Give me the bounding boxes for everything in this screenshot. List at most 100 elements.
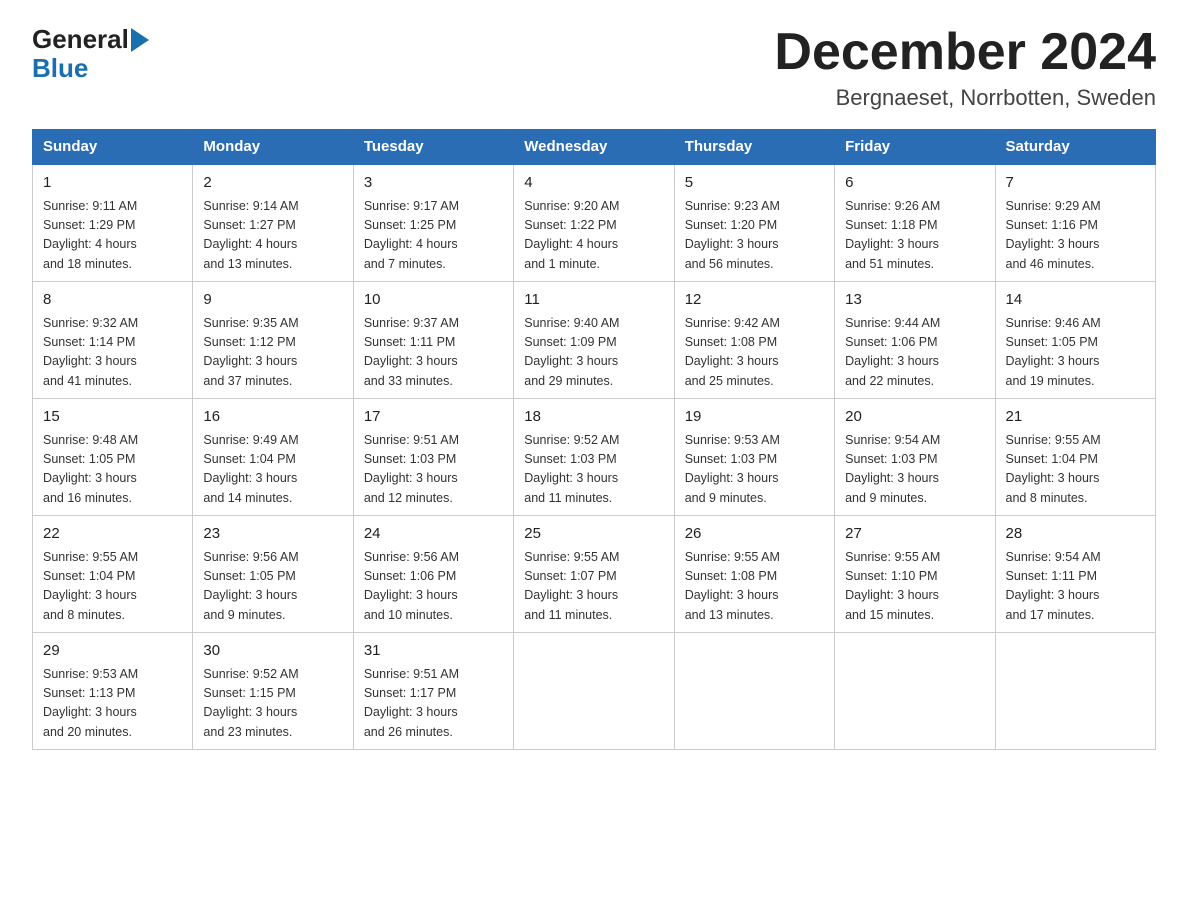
logo: General Blue xyxy=(32,24,149,84)
calendar-cell xyxy=(995,633,1155,750)
calendar-week-row: 22Sunrise: 9:55 AMSunset: 1:04 PMDayligh… xyxy=(33,516,1156,633)
header-wednesday: Wednesday xyxy=(514,130,674,165)
day-info: Sunrise: 9:48 AMSunset: 1:05 PMDaylight:… xyxy=(43,431,182,509)
calendar-cell: 8Sunrise: 9:32 AMSunset: 1:14 PMDaylight… xyxy=(33,282,193,399)
day-number: 27 xyxy=(845,523,984,546)
day-number: 9 xyxy=(203,289,342,312)
month-title: December 2024 xyxy=(774,24,1156,81)
day-info: Sunrise: 9:55 AMSunset: 1:04 PMDaylight:… xyxy=(43,548,182,626)
day-info: Sunrise: 9:55 AMSunset: 1:08 PMDaylight:… xyxy=(685,548,824,626)
calendar-cell: 23Sunrise: 9:56 AMSunset: 1:05 PMDayligh… xyxy=(193,516,353,633)
day-number: 12 xyxy=(685,289,824,312)
day-number: 23 xyxy=(203,523,342,546)
day-info: Sunrise: 9:55 AMSunset: 1:07 PMDaylight:… xyxy=(524,548,663,626)
calendar-cell: 30Sunrise: 9:52 AMSunset: 1:15 PMDayligh… xyxy=(193,633,353,750)
calendar-cell: 20Sunrise: 9:54 AMSunset: 1:03 PMDayligh… xyxy=(835,399,995,516)
day-number: 29 xyxy=(43,640,182,663)
day-number: 13 xyxy=(845,289,984,312)
day-number: 28 xyxy=(1006,523,1145,546)
day-number: 19 xyxy=(685,406,824,429)
day-number: 21 xyxy=(1006,406,1145,429)
day-info: Sunrise: 9:51 AMSunset: 1:17 PMDaylight:… xyxy=(364,665,503,743)
location-subtitle: Bergnaeset, Norrbotten, Sweden xyxy=(774,85,1156,111)
day-info: Sunrise: 9:20 AMSunset: 1:22 PMDaylight:… xyxy=(524,197,663,275)
day-info: Sunrise: 9:40 AMSunset: 1:09 PMDaylight:… xyxy=(524,314,663,392)
calendar-cell xyxy=(674,633,834,750)
day-info: Sunrise: 9:11 AMSunset: 1:29 PMDaylight:… xyxy=(43,197,182,275)
day-info: Sunrise: 9:44 AMSunset: 1:06 PMDaylight:… xyxy=(845,314,984,392)
day-number: 1 xyxy=(43,172,182,195)
calendar-cell: 12Sunrise: 9:42 AMSunset: 1:08 PMDayligh… xyxy=(674,282,834,399)
day-number: 31 xyxy=(364,640,503,663)
header-tuesday: Tuesday xyxy=(353,130,513,165)
day-info: Sunrise: 9:17 AMSunset: 1:25 PMDaylight:… xyxy=(364,197,503,275)
day-info: Sunrise: 9:26 AMSunset: 1:18 PMDaylight:… xyxy=(845,197,984,275)
day-number: 5 xyxy=(685,172,824,195)
day-number: 6 xyxy=(845,172,984,195)
calendar-cell: 28Sunrise: 9:54 AMSunset: 1:11 PMDayligh… xyxy=(995,516,1155,633)
day-info: Sunrise: 9:35 AMSunset: 1:12 PMDaylight:… xyxy=(203,314,342,392)
day-number: 30 xyxy=(203,640,342,663)
header-friday: Friday xyxy=(835,130,995,165)
day-info: Sunrise: 9:42 AMSunset: 1:08 PMDaylight:… xyxy=(685,314,824,392)
calendar-cell xyxy=(835,633,995,750)
day-number: 2 xyxy=(203,172,342,195)
calendar-cell: 13Sunrise: 9:44 AMSunset: 1:06 PMDayligh… xyxy=(835,282,995,399)
day-info: Sunrise: 9:51 AMSunset: 1:03 PMDaylight:… xyxy=(364,431,503,509)
day-number: 7 xyxy=(1006,172,1145,195)
calendar-cell xyxy=(514,633,674,750)
calendar-table: SundayMondayTuesdayWednesdayThursdayFrid… xyxy=(32,129,1156,750)
calendar-header-row: SundayMondayTuesdayWednesdayThursdayFrid… xyxy=(33,130,1156,165)
calendar-cell: 25Sunrise: 9:55 AMSunset: 1:07 PMDayligh… xyxy=(514,516,674,633)
day-number: 26 xyxy=(685,523,824,546)
calendar-cell: 6Sunrise: 9:26 AMSunset: 1:18 PMDaylight… xyxy=(835,164,995,282)
day-info: Sunrise: 9:54 AMSunset: 1:03 PMDaylight:… xyxy=(845,431,984,509)
day-number: 17 xyxy=(364,406,503,429)
day-number: 24 xyxy=(364,523,503,546)
calendar-cell: 7Sunrise: 9:29 AMSunset: 1:16 PMDaylight… xyxy=(995,164,1155,282)
day-info: Sunrise: 9:52 AMSunset: 1:15 PMDaylight:… xyxy=(203,665,342,743)
calendar-cell: 11Sunrise: 9:40 AMSunset: 1:09 PMDayligh… xyxy=(514,282,674,399)
day-number: 18 xyxy=(524,406,663,429)
day-number: 3 xyxy=(364,172,503,195)
day-info: Sunrise: 9:53 AMSunset: 1:03 PMDaylight:… xyxy=(685,431,824,509)
day-number: 22 xyxy=(43,523,182,546)
calendar-cell: 14Sunrise: 9:46 AMSunset: 1:05 PMDayligh… xyxy=(995,282,1155,399)
calendar-cell: 22Sunrise: 9:55 AMSunset: 1:04 PMDayligh… xyxy=(33,516,193,633)
calendar-week-row: 29Sunrise: 9:53 AMSunset: 1:13 PMDayligh… xyxy=(33,633,1156,750)
calendar-cell: 26Sunrise: 9:55 AMSunset: 1:08 PMDayligh… xyxy=(674,516,834,633)
logo-blue-text: Blue xyxy=(32,53,88,83)
calendar-cell: 4Sunrise: 9:20 AMSunset: 1:22 PMDaylight… xyxy=(514,164,674,282)
calendar-cell: 18Sunrise: 9:52 AMSunset: 1:03 PMDayligh… xyxy=(514,399,674,516)
calendar-cell: 27Sunrise: 9:55 AMSunset: 1:10 PMDayligh… xyxy=(835,516,995,633)
header-monday: Monday xyxy=(193,130,353,165)
day-number: 4 xyxy=(524,172,663,195)
day-info: Sunrise: 9:55 AMSunset: 1:04 PMDaylight:… xyxy=(1006,431,1145,509)
day-info: Sunrise: 9:49 AMSunset: 1:04 PMDaylight:… xyxy=(203,431,342,509)
calendar-cell: 29Sunrise: 9:53 AMSunset: 1:13 PMDayligh… xyxy=(33,633,193,750)
day-info: Sunrise: 9:37 AMSunset: 1:11 PMDaylight:… xyxy=(364,314,503,392)
day-info: Sunrise: 9:14 AMSunset: 1:27 PMDaylight:… xyxy=(203,197,342,275)
logo-general-text: General xyxy=(32,24,129,55)
calendar-cell: 17Sunrise: 9:51 AMSunset: 1:03 PMDayligh… xyxy=(353,399,513,516)
calendar-cell: 15Sunrise: 9:48 AMSunset: 1:05 PMDayligh… xyxy=(33,399,193,516)
calendar-cell: 16Sunrise: 9:49 AMSunset: 1:04 PMDayligh… xyxy=(193,399,353,516)
calendar-week-row: 8Sunrise: 9:32 AMSunset: 1:14 PMDaylight… xyxy=(33,282,1156,399)
day-info: Sunrise: 9:55 AMSunset: 1:10 PMDaylight:… xyxy=(845,548,984,626)
day-info: Sunrise: 9:46 AMSunset: 1:05 PMDaylight:… xyxy=(1006,314,1145,392)
day-info: Sunrise: 9:23 AMSunset: 1:20 PMDaylight:… xyxy=(685,197,824,275)
day-number: 16 xyxy=(203,406,342,429)
day-info: Sunrise: 9:32 AMSunset: 1:14 PMDaylight:… xyxy=(43,314,182,392)
day-number: 15 xyxy=(43,406,182,429)
day-number: 14 xyxy=(1006,289,1145,312)
day-number: 25 xyxy=(524,523,663,546)
logo-triangle-icon xyxy=(131,28,149,52)
header-saturday: Saturday xyxy=(995,130,1155,165)
calendar-cell: 19Sunrise: 9:53 AMSunset: 1:03 PMDayligh… xyxy=(674,399,834,516)
day-info: Sunrise: 9:53 AMSunset: 1:13 PMDaylight:… xyxy=(43,665,182,743)
calendar-cell: 2Sunrise: 9:14 AMSunset: 1:27 PMDaylight… xyxy=(193,164,353,282)
header-sunday: Sunday xyxy=(33,130,193,165)
day-number: 10 xyxy=(364,289,503,312)
page-header: General Blue December 2024 Bergnaeset, N… xyxy=(32,24,1156,111)
day-info: Sunrise: 9:29 AMSunset: 1:16 PMDaylight:… xyxy=(1006,197,1145,275)
